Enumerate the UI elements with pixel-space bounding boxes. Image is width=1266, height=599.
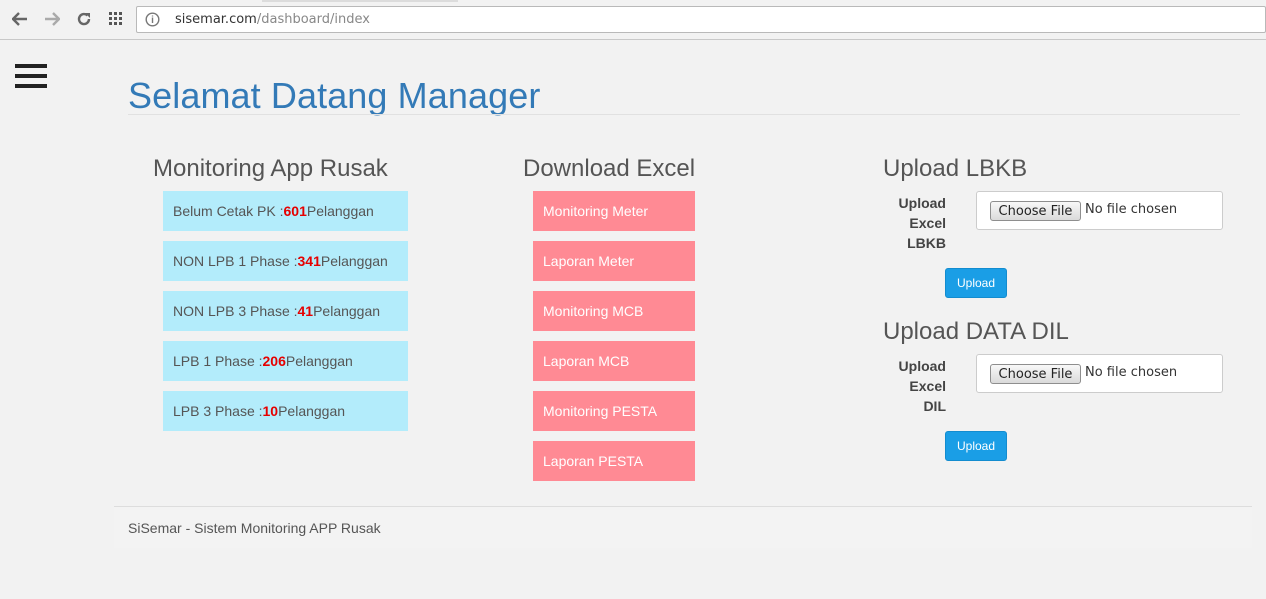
browser-toolbar: i sisemar.com/dashboard/index xyxy=(0,0,1266,40)
upload-lbkb-label: Upload Excel LBKB xyxy=(880,193,946,253)
download-laporan-mcb-button[interactable]: Laporan MCB xyxy=(533,341,695,381)
back-button[interactable] xyxy=(10,9,30,29)
stat-count: 206 xyxy=(262,353,286,369)
upload-dil-label: Upload Excel DIL xyxy=(880,356,946,416)
upload-lbkb-heading: Upload LBKB xyxy=(883,155,1028,182)
download-laporan-meter-button[interactable]: Laporan Meter xyxy=(533,241,695,281)
stat-suffix: Pelanggan xyxy=(285,353,353,369)
address-text: sisemar.com/dashboard/index xyxy=(175,12,370,27)
active-tab-indicator xyxy=(262,0,458,2)
stat-lpb-1-phase: LPB 1 Phase : 206 Pelanggan xyxy=(163,341,408,381)
stat-label: NON LPB 3 Phase : xyxy=(173,303,298,319)
label-line: Upload xyxy=(898,195,946,211)
title-divider xyxy=(128,114,1240,115)
label-line: Excel xyxy=(909,215,946,231)
stat-suffix: Pelanggan xyxy=(278,403,346,419)
footer-text: SiSemar - Sistem Monitoring APP Rusak xyxy=(128,520,381,536)
download-monitoring-mcb-button[interactable]: Monitoring MCB xyxy=(533,291,695,331)
stat-count: 10 xyxy=(262,403,279,419)
upload-dil-submit-button[interactable]: Upload xyxy=(945,431,1007,461)
stat-lpb-3-phase: LPB 3 Phase : 10 Pelanggan xyxy=(163,391,408,431)
stat-suffix: Pelanggan xyxy=(306,203,374,219)
stat-label: NON LPB 1 Phase : xyxy=(173,253,298,269)
monitoring-heading: Monitoring App Rusak xyxy=(153,155,388,182)
label-line: Upload xyxy=(898,358,946,374)
upload-lbkb-submit-button[interactable]: Upload xyxy=(945,268,1007,298)
stat-belum-cetak-pk: Belum Cetak PK : 601 Pelanggan xyxy=(163,191,408,231)
stat-count: 341 xyxy=(297,253,321,269)
label-line: DIL xyxy=(923,398,946,414)
stat-non-lpb-3-phase: NON LPB 3 Phase : 41 Pelanggan xyxy=(163,291,408,331)
stat-label: Belum Cetak PK : xyxy=(173,203,284,219)
stat-suffix: Pelanggan xyxy=(313,303,381,319)
upload-dil-file-input[interactable]: Choose File No file chosen xyxy=(976,354,1223,393)
download-heading: Download Excel xyxy=(523,155,696,182)
arrow-left-icon xyxy=(12,12,27,26)
apps-button[interactable] xyxy=(106,9,126,29)
stat-count: 41 xyxy=(297,303,314,319)
url-host: sisemar.com xyxy=(175,12,257,27)
reload-icon xyxy=(77,12,91,26)
choose-file-button[interactable]: Choose File xyxy=(990,364,1081,384)
arrow-right-icon xyxy=(45,12,60,26)
choose-file-button[interactable]: Choose File xyxy=(990,201,1081,221)
label-line: Excel xyxy=(909,378,946,394)
url-path: /dashboard/index xyxy=(256,12,370,27)
hamburger-bar xyxy=(15,64,47,68)
download-laporan-pesta-button[interactable]: Laporan PESTA xyxy=(533,441,695,481)
download-monitoring-pesta-button[interactable]: Monitoring PESTA xyxy=(533,391,695,431)
download-monitoring-meter-button[interactable]: Monitoring Meter xyxy=(533,191,695,231)
address-bar[interactable]: i sisemar.com/dashboard/index xyxy=(136,6,1266,33)
stat-non-lpb-1-phase: NON LPB 1 Phase : 341 Pelanggan xyxy=(163,241,408,281)
upload-lbkb-file-input[interactable]: Choose File No file chosen xyxy=(976,191,1223,230)
reload-button[interactable] xyxy=(74,9,94,29)
forward-button[interactable] xyxy=(42,9,62,29)
page-title: Selamat Datang Manager xyxy=(128,75,541,116)
stat-label: LPB 3 Phase : xyxy=(173,403,263,419)
svg-text:i: i xyxy=(151,15,154,26)
hamburger-bar xyxy=(15,84,47,88)
file-status: No file chosen xyxy=(1085,202,1178,217)
stat-suffix: Pelanggan xyxy=(320,253,388,269)
label-line: LBKB xyxy=(907,235,946,251)
apps-grid-icon xyxy=(109,12,122,25)
page-info-icon[interactable]: i xyxy=(145,12,160,27)
file-status: No file chosen xyxy=(1085,365,1178,380)
upload-dil-heading: Upload DATA DIL xyxy=(883,318,1069,345)
footer: SiSemar - Sistem Monitoring APP Rusak xyxy=(114,506,1252,548)
stat-label: LPB 1 Phase : xyxy=(173,353,263,369)
menu-toggle-button[interactable] xyxy=(15,64,47,88)
hamburger-bar xyxy=(15,74,47,78)
stat-count: 601 xyxy=(283,203,307,219)
